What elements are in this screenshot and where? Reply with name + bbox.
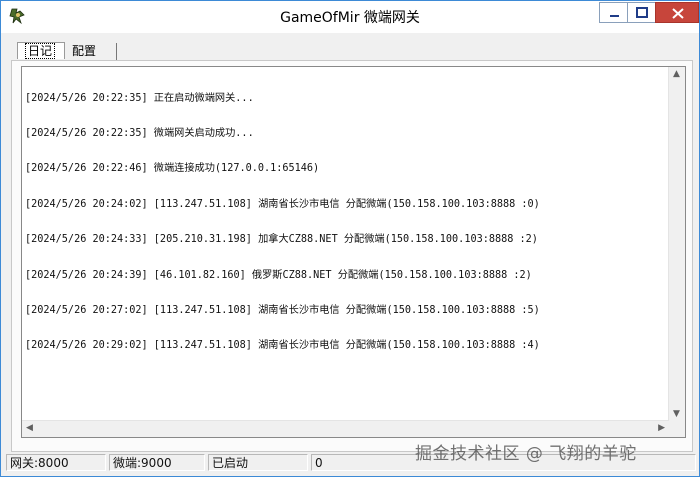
watermark: 掘金技术社区 @ 飞翔的羊驼 <box>415 444 637 464</box>
window-title: GameOfMir 微端网关 <box>280 10 420 26</box>
close-button[interactable] <box>655 2 699 23</box>
log-line: [2024/5/26 20:24:33] [205.210.31.198] 加拿… <box>25 234 538 246</box>
minimize-icon <box>610 15 619 17</box>
scroll-corner <box>669 421 685 437</box>
maximize-button[interactable] <box>627 2 656 23</box>
log-line: [2024/5/26 20:22:35] 微端网关启动成功... <box>25 127 254 139</box>
status-state: 已启动 <box>208 454 308 471</box>
close-icon <box>672 8 684 19</box>
log-box[interactable]: [2024/5/26 20:22:35] 正在启动微端网关... [2024/5… <box>21 66 686 438</box>
horizontal-scrollbar[interactable]: ◀ ▶ <box>22 420 669 437</box>
log-line: [2024/5/26 20:22:35] 正在启动微端网关... <box>25 92 254 104</box>
log-line: [2024/5/26 20:24:02] [113.247.51.108] 湖南… <box>25 198 540 210</box>
status-microend: 微端:9000 <box>109 454 205 471</box>
tab-log-label: 日记 <box>25 43 56 59</box>
scroll-right-icon[interactable]: ▶ <box>658 423 665 433</box>
scroll-up-icon[interactable]: ▲ <box>673 69 680 79</box>
tab-config-label: 配置 <box>72 44 97 58</box>
tab-log[interactable]: 日记 <box>17 42 65 59</box>
tab-config[interactable]: 配置 <box>67 43 117 60</box>
minimize-button[interactable] <box>599 2 628 23</box>
title-bar[interactable]: GameOfMir 微端网关 <box>1 1 699 33</box>
log-lines: [2024/5/26 20:22:35] 正在启动微端网关... [2024/5… <box>25 69 667 421</box>
log-line: [2024/5/26 20:24:39] [46.101.82.160] 俄罗斯… <box>25 269 532 281</box>
scroll-down-icon[interactable]: ▼ <box>673 409 680 419</box>
tab-panel: [2024/5/26 20:22:35] 正在启动微端网关... [2024/5… <box>11 60 693 452</box>
log-line: [2024/5/26 20:29:02] [113.247.51.108] 湖南… <box>25 340 540 352</box>
log-line: [2024/5/26 20:22:46] 微端连接成功(127.0.0.1:65… <box>25 163 320 175</box>
maximize-icon <box>636 7 648 18</box>
status-gateway: 网关:8000 <box>6 454 106 471</box>
scroll-left-icon[interactable]: ◀ <box>26 423 33 433</box>
vertical-scrollbar[interactable]: ▲ ▼ <box>668 67 685 421</box>
main-window: GameOfMir 微端网关 日记 配置 [2024/5/26 20:22:35… <box>0 0 700 477</box>
log-line: [2024/5/26 20:27:02] [113.247.51.108] 湖南… <box>25 304 540 316</box>
